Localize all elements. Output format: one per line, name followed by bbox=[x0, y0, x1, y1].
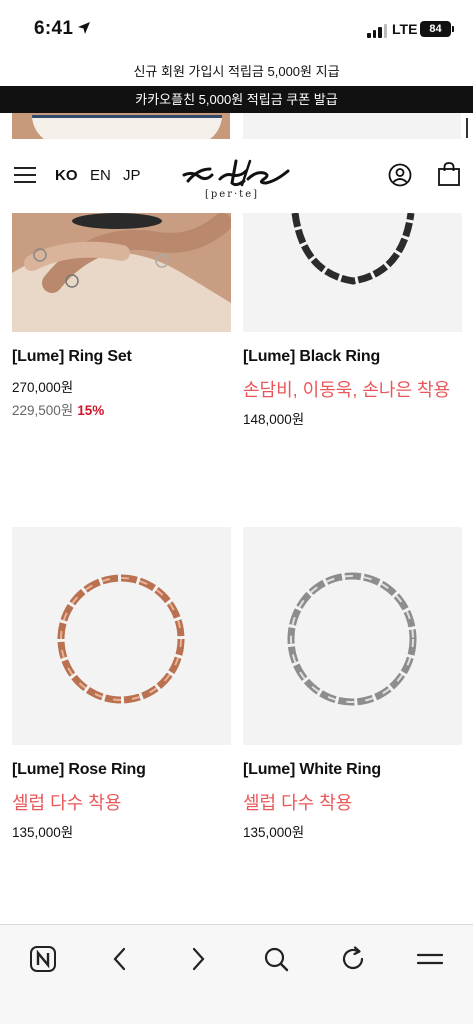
language-jp[interactable]: JP bbox=[123, 167, 141, 184]
site-header: KO EN JP [per·te] bbox=[0, 139, 473, 213]
network-label: LTE bbox=[392, 21, 418, 37]
product-image-peek bbox=[243, 113, 461, 139]
user-account-icon[interactable] bbox=[388, 163, 412, 187]
status-bar: 6:41 LTE 84 bbox=[0, 0, 473, 58]
product-celebrity-tag: 손담비, 이동욱, 손나은 착용 bbox=[243, 380, 451, 400]
product-celebrity-tag: 셀럽 다수 착용 bbox=[12, 793, 122, 813]
product-image-peek bbox=[12, 113, 230, 139]
promo-banner-kakao[interactable]: 카카오플친 5,000원 적립금 쿠폰 발급 bbox=[0, 86, 473, 113]
signal-icon bbox=[367, 24, 387, 38]
product-image[interactable] bbox=[12, 213, 231, 332]
product-name[interactable]: [Lume] Rose Ring bbox=[12, 761, 231, 779]
hamburger-menu-icon[interactable] bbox=[14, 167, 36, 183]
product-celebrity-tag: 셀럽 다수 착용 bbox=[243, 793, 353, 813]
browser-toolbar bbox=[0, 924, 473, 1024]
product-card[interactable]: [Lume] Rose Ring 셀럽 다수 착용 135,000원 bbox=[12, 527, 231, 841]
back-icon[interactable] bbox=[102, 941, 138, 977]
battery-tip bbox=[452, 26, 454, 32]
product-card[interactable]: [Lume] White Ring 셀럽 다수 착용 135,000원 bbox=[243, 527, 462, 841]
product-image[interactable] bbox=[12, 527, 231, 745]
shopping-bag-icon[interactable] bbox=[437, 161, 461, 187]
search-icon[interactable] bbox=[258, 941, 294, 977]
product-name[interactable]: [Lume] Ring Set bbox=[12, 348, 231, 366]
product-card[interactable]: [Lume] Ring Set 270,000원 229,500원 15% bbox=[12, 213, 231, 419]
battery-icon: 84 bbox=[420, 21, 451, 37]
discount-badge: 15% bbox=[77, 403, 105, 418]
product-name[interactable]: [Lume] White Ring bbox=[243, 761, 462, 779]
product-sale-price: 229,500원 15% bbox=[12, 399, 231, 419]
product-price: 135,000원 bbox=[243, 825, 305, 840]
product-image[interactable] bbox=[243, 527, 462, 745]
product-price: 148,000원 bbox=[243, 412, 305, 427]
scrollbar[interactable] bbox=[466, 118, 468, 138]
language-ko[interactable]: KO bbox=[55, 167, 78, 184]
product-image[interactable] bbox=[243, 213, 462, 332]
menu-icon[interactable] bbox=[412, 941, 448, 977]
language-en[interactable]: EN bbox=[90, 167, 111, 184]
status-time: 6:41 bbox=[34, 18, 74, 39]
product-name[interactable]: [Lume] Black Ring bbox=[243, 348, 462, 366]
product-price: 135,000원 bbox=[12, 825, 74, 840]
product-card[interactable]: [Lume] Black Ring 손담비, 이동욱, 손나은 착용 148,0… bbox=[243, 213, 462, 428]
sale-price-value: 229,500원 bbox=[12, 403, 74, 418]
promo-banner-signup[interactable]: 신규 회원 가입시 적립금 5,000원 지급 bbox=[0, 58, 473, 86]
forward-icon[interactable] bbox=[180, 941, 216, 977]
naver-icon[interactable] bbox=[25, 941, 61, 977]
location-arrow-icon bbox=[78, 22, 90, 34]
refresh-icon[interactable] bbox=[335, 941, 371, 977]
product-original-price: 270,000원 bbox=[12, 380, 74, 395]
logo-subtitle: [per·te] bbox=[205, 189, 260, 200]
